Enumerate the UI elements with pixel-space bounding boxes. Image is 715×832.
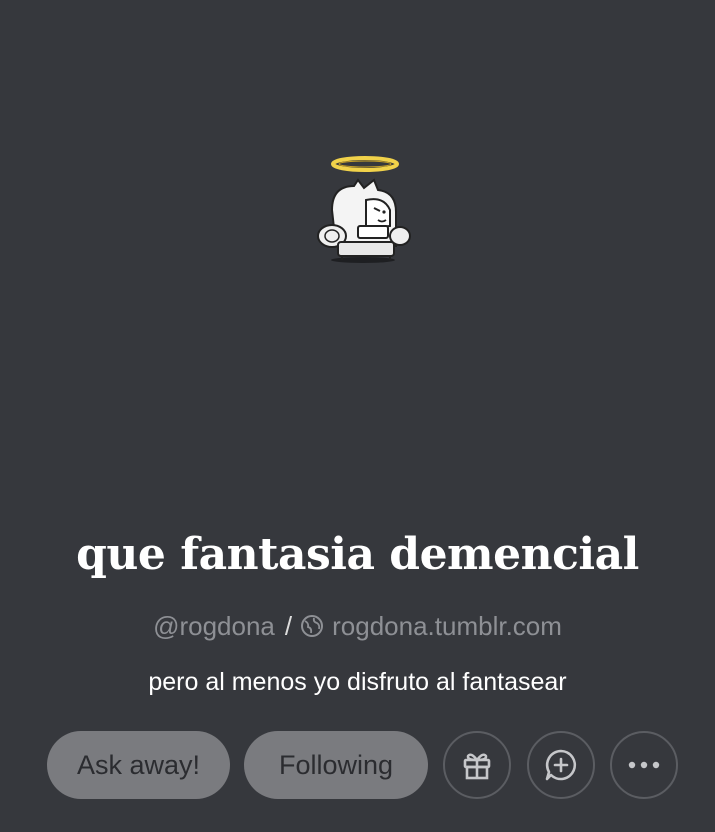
handle-separator: / [284,610,293,641]
message-button[interactable] [527,731,595,799]
blog-url-link[interactable]: rogdona.tumblr.com [332,611,562,642]
gift-icon [463,753,491,780]
blog-header: que fantasia demencial @rogdona / rogdon… [0,0,715,832]
blog-title: que fantasia demencial [76,529,639,580]
gift-button[interactable] [443,731,511,799]
avatar[interactable] [308,150,418,270]
blog-description: pero al menos yo disfruto al fantasear [148,668,567,696]
chat-plus-icon [545,749,577,781]
globe-icon [300,614,324,638]
ask-button-label: Ask away! [76,749,201,780]
more-options-button[interactable] [610,731,678,799]
blog-identity: @rogdona / rogdona.tumblr.com [0,608,715,644]
following-button[interactable]: Following [244,731,428,799]
ask-button[interactable]: Ask away! [47,731,230,799]
blog-handle[interactable]: @rogdona [153,611,275,642]
following-button-label: Following [278,749,394,780]
more-dots-icon [628,761,660,769]
